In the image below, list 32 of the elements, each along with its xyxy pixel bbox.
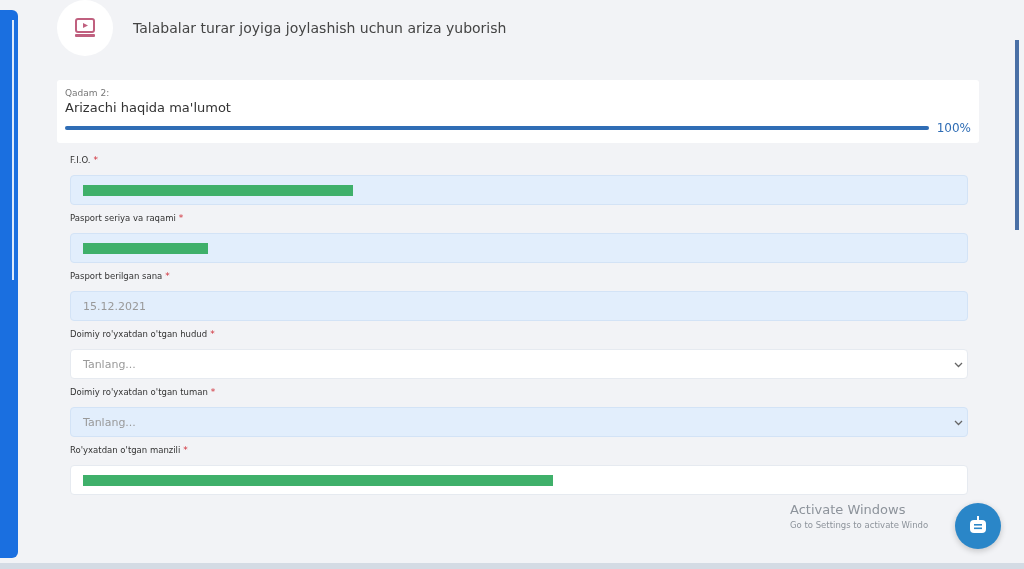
activation-title: Activate Windows <box>790 502 907 517</box>
field-label: Doimiy ro'yxatdan o'tgan hudud <box>70 329 208 339</box>
required-mark: * <box>178 213 184 223</box>
field-label: F.I.O. <box>70 155 91 165</box>
activation-subtitle: Go to Settings to activate Windo <box>790 520 929 530</box>
field-label: Pasport seriya va raqami <box>70 213 176 223</box>
required-mark: * <box>93 155 98 165</box>
select-field[interactable]: Tanlang... <box>70 349 968 379</box>
input-field[interactable] <box>70 233 968 263</box>
step-caption: Qadam 2: <box>65 88 111 98</box>
field-placeholder: Tanlang... <box>83 357 136 371</box>
required-mark: * <box>165 271 170 281</box>
progress-percent: 100% <box>936 121 971 135</box>
required-mark: * <box>183 445 188 455</box>
field-label: Doimiy ro'yxatdan o'tgan tuman <box>70 387 208 397</box>
select-field[interactable]: Tanlang... <box>70 407 968 437</box>
scrollbar[interactable] <box>12 20 14 280</box>
field-label: Ro'yxatdan o'tgan manzili <box>70 445 181 455</box>
field-placeholder: Tanlang... <box>83 415 136 429</box>
page-title: Talabalar turar joyiga joylashish uchun ariza yuborish <box>133 20 507 36</box>
input-field[interactable]: 15.12.2021 <box>70 291 968 321</box>
required-mark: * <box>210 329 215 339</box>
step-title: Arizachi haqida ma'lumot <box>65 100 232 115</box>
caret-icon <box>954 362 963 368</box>
scrollbar-thumb[interactable] <box>1015 40 1019 230</box>
input-field[interactable] <box>70 465 968 495</box>
caret-icon <box>954 420 963 426</box>
field-label: Pasport berilgan sana <box>70 271 163 281</box>
chat-bot-button[interactable] <box>955 503 1001 549</box>
field-value: 15.12.2021 <box>83 299 146 313</box>
required-mark: * <box>210 387 216 397</box>
input-field[interactable] <box>70 175 968 205</box>
